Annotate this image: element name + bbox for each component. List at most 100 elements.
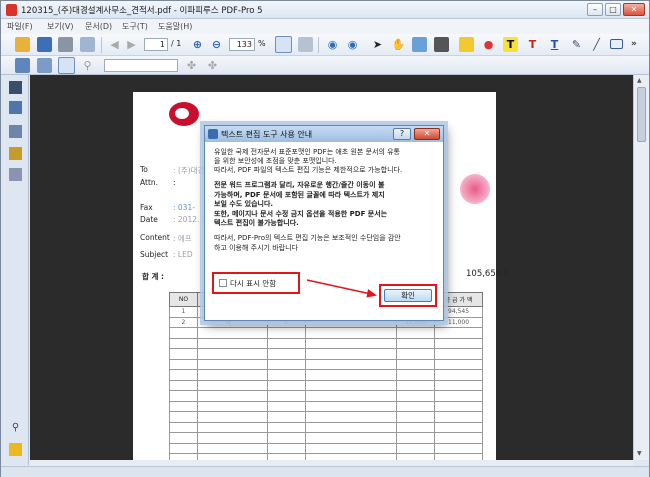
minimize-button[interactable]: – bbox=[587, 3, 603, 16]
dialog-title: 텍스트 편집 도구 사용 안내 bbox=[221, 130, 313, 139]
fit-width-icon[interactable] bbox=[298, 37, 313, 52]
table-row bbox=[169, 337, 483, 349]
ok-button[interactable]: 확인 bbox=[384, 289, 432, 302]
dialog-text-line: 따라서, PDF 파일의 텍스트 편집 기능은 제한적으로 가능합니다. bbox=[214, 166, 403, 174]
table-row bbox=[169, 327, 483, 339]
zoom-out-icon[interactable]: ⊖ bbox=[209, 37, 224, 52]
layers-icon[interactable] bbox=[9, 168, 22, 181]
rotate-right-icon[interactable]: ✤ bbox=[205, 58, 220, 73]
fax-value: : 031- bbox=[173, 203, 195, 212]
dialog-text-line: 따라서, PDF-Pro의 텍스트 편집 기능은 보조적인 수단임을 감안 bbox=[214, 234, 401, 242]
company-seal bbox=[460, 174, 490, 204]
menu-bar: 파일(F) 보기(V) 문서(D) 도구(T) 도움말(H) bbox=[1, 19, 649, 34]
table-row bbox=[169, 369, 483, 381]
total-label: 합 계 : bbox=[142, 272, 165, 281]
forward-icon[interactable]: ◉ bbox=[345, 37, 360, 52]
table-row bbox=[169, 411, 483, 423]
ok-highlight-box: 확인 bbox=[379, 284, 437, 307]
select-arrow-icon[interactable]: ➤ bbox=[370, 37, 385, 52]
scroll-down-icon[interactable]: ▼ bbox=[637, 450, 642, 457]
dialog-warning-line: 또한, 메이지나 문서 수정 금지 옵션을 적용한 PDF 문서는 bbox=[214, 209, 388, 218]
pencil-icon[interactable]: ✎ bbox=[569, 37, 584, 52]
dialog-close-button[interactable]: ✕ bbox=[414, 128, 440, 140]
dialog-warning-line: 보일 수도 있습니다. bbox=[214, 200, 274, 208]
typewriter-icon[interactable]: T bbox=[503, 37, 518, 52]
table-row bbox=[169, 442, 483, 454]
dialog-help-button[interactable]: ? bbox=[393, 128, 411, 140]
snapshot-icon[interactable] bbox=[434, 37, 449, 52]
checkbox-highlight-box: 다시 표시 안함 bbox=[212, 272, 300, 294]
to-value: : (주)대경 bbox=[173, 166, 205, 175]
signature-icon[interactable] bbox=[9, 147, 22, 160]
comments-icon[interactable] bbox=[9, 443, 22, 456]
scroll-thumb[interactable] bbox=[637, 87, 646, 142]
to-label: To bbox=[140, 165, 148, 174]
table-header: NO bbox=[169, 292, 198, 307]
table-row bbox=[169, 400, 483, 412]
rectangle-tool-icon[interactable] bbox=[610, 39, 623, 49]
left-side-panel: ⚲ bbox=[1, 75, 29, 465]
close-window-button[interactable]: ✕ bbox=[623, 3, 645, 16]
line-tool-icon[interactable]: ╱ bbox=[589, 37, 604, 52]
page-number-input[interactable]: 1 bbox=[144, 38, 168, 51]
date-label: Date bbox=[140, 215, 158, 224]
strikeout-text-icon[interactable]: T bbox=[525, 37, 540, 52]
dialog-text-line: 하고 이용해 주시기 바랍니다 bbox=[214, 243, 298, 252]
zoom-in-icon[interactable]: ⊕ bbox=[190, 37, 205, 52]
vertical-scrollbar[interactable]: ▲ ▼ bbox=[633, 75, 649, 460]
attachment-icon[interactable]: ⚲ bbox=[9, 421, 22, 434]
title-bar: 120315_(주)대경설계사무소_견적서.pdf - 이파피루스 PDF-Pr… bbox=[1, 1, 649, 19]
zoom-input[interactable]: 133 bbox=[229, 38, 255, 51]
dont-show-again-label[interactable]: 다시 표시 안함 bbox=[230, 278, 276, 289]
company-logo bbox=[163, 100, 203, 128]
bookmarks-icon[interactable] bbox=[9, 101, 22, 114]
red-arrow-annotation bbox=[306, 279, 377, 298]
underline-text-icon[interactable]: T bbox=[547, 37, 562, 52]
table-row bbox=[169, 432, 483, 444]
text-select-icon[interactable] bbox=[15, 58, 30, 73]
next-page-icon[interactable]: ▶ bbox=[124, 37, 139, 52]
window-title: 120315_(주)대경설계사무소_견적서.pdf - 이파피루스 PDF-Pr… bbox=[21, 6, 263, 16]
subject-label: Subject bbox=[140, 250, 169, 259]
dialog-warning-line: 가능하며, PDF 문서에 포함된 글꼴에 따라 텍스트가 제지 bbox=[214, 190, 385, 199]
menu-help[interactable]: 도움말(H) bbox=[158, 21, 192, 32]
fit-page-icon[interactable] bbox=[275, 36, 292, 53]
overflow-chevron-icon[interactable]: » bbox=[631, 39, 637, 49]
dont-show-again-checkbox[interactable] bbox=[219, 279, 227, 287]
print-icon[interactable] bbox=[58, 37, 73, 52]
menu-file[interactable]: 파일(F) bbox=[7, 21, 33, 32]
pages-icon[interactable] bbox=[9, 125, 22, 138]
menu-document[interactable]: 문서(D) bbox=[85, 21, 112, 32]
back-icon[interactable]: ◉ bbox=[325, 37, 340, 52]
open-folder-icon[interactable] bbox=[15, 37, 30, 52]
font-select[interactable] bbox=[104, 59, 178, 72]
link-icon[interactable]: ⚲ bbox=[80, 58, 95, 73]
note-icon[interactable] bbox=[459, 37, 474, 52]
menu-view[interactable]: 보기(V) bbox=[47, 21, 73, 32]
stamp-icon[interactable]: ● bbox=[481, 37, 496, 52]
table-row bbox=[169, 390, 483, 402]
maximize-button[interactable]: □ bbox=[605, 3, 621, 16]
prev-page-icon[interactable]: ◀ bbox=[107, 37, 122, 52]
text-edit-tool-icon[interactable] bbox=[58, 57, 75, 74]
edit-toolbar: ⚲ ✤ ✤ bbox=[1, 56, 649, 75]
dialog-title-bar: 텍스트 편집 도구 사용 안내 ? ✕ bbox=[205, 126, 443, 142]
table-row bbox=[169, 348, 483, 360]
email-icon[interactable] bbox=[80, 37, 95, 52]
zoom-unit: % bbox=[258, 39, 266, 48]
thumbnails-icon[interactable] bbox=[9, 81, 22, 94]
hand-tool-icon[interactable]: ✋ bbox=[391, 37, 406, 52]
table-row bbox=[169, 358, 483, 370]
total-value: 105,650 ) bbox=[466, 269, 508, 279]
rotate-left-icon[interactable]: ✤ bbox=[184, 58, 199, 73]
attn-value: : bbox=[173, 178, 176, 187]
scroll-up-icon[interactable]: ▲ bbox=[637, 77, 642, 84]
save-icon[interactable] bbox=[37, 37, 52, 52]
attn-label: Attn. bbox=[140, 178, 159, 187]
table-row bbox=[169, 379, 483, 391]
app-window: 120315_(주)대경설계사무소_견적서.pdf - 이파피루스 PDF-Pr… bbox=[0, 0, 650, 477]
zoom-tool-icon[interactable] bbox=[412, 37, 427, 52]
menu-tools[interactable]: 도구(T) bbox=[122, 21, 148, 32]
edit-object-icon[interactable] bbox=[37, 58, 52, 73]
dialog-warning-line: 전문 워드 프로그램과 달리, 자유로운 행간/줄간 이동이 불 bbox=[214, 181, 385, 189]
